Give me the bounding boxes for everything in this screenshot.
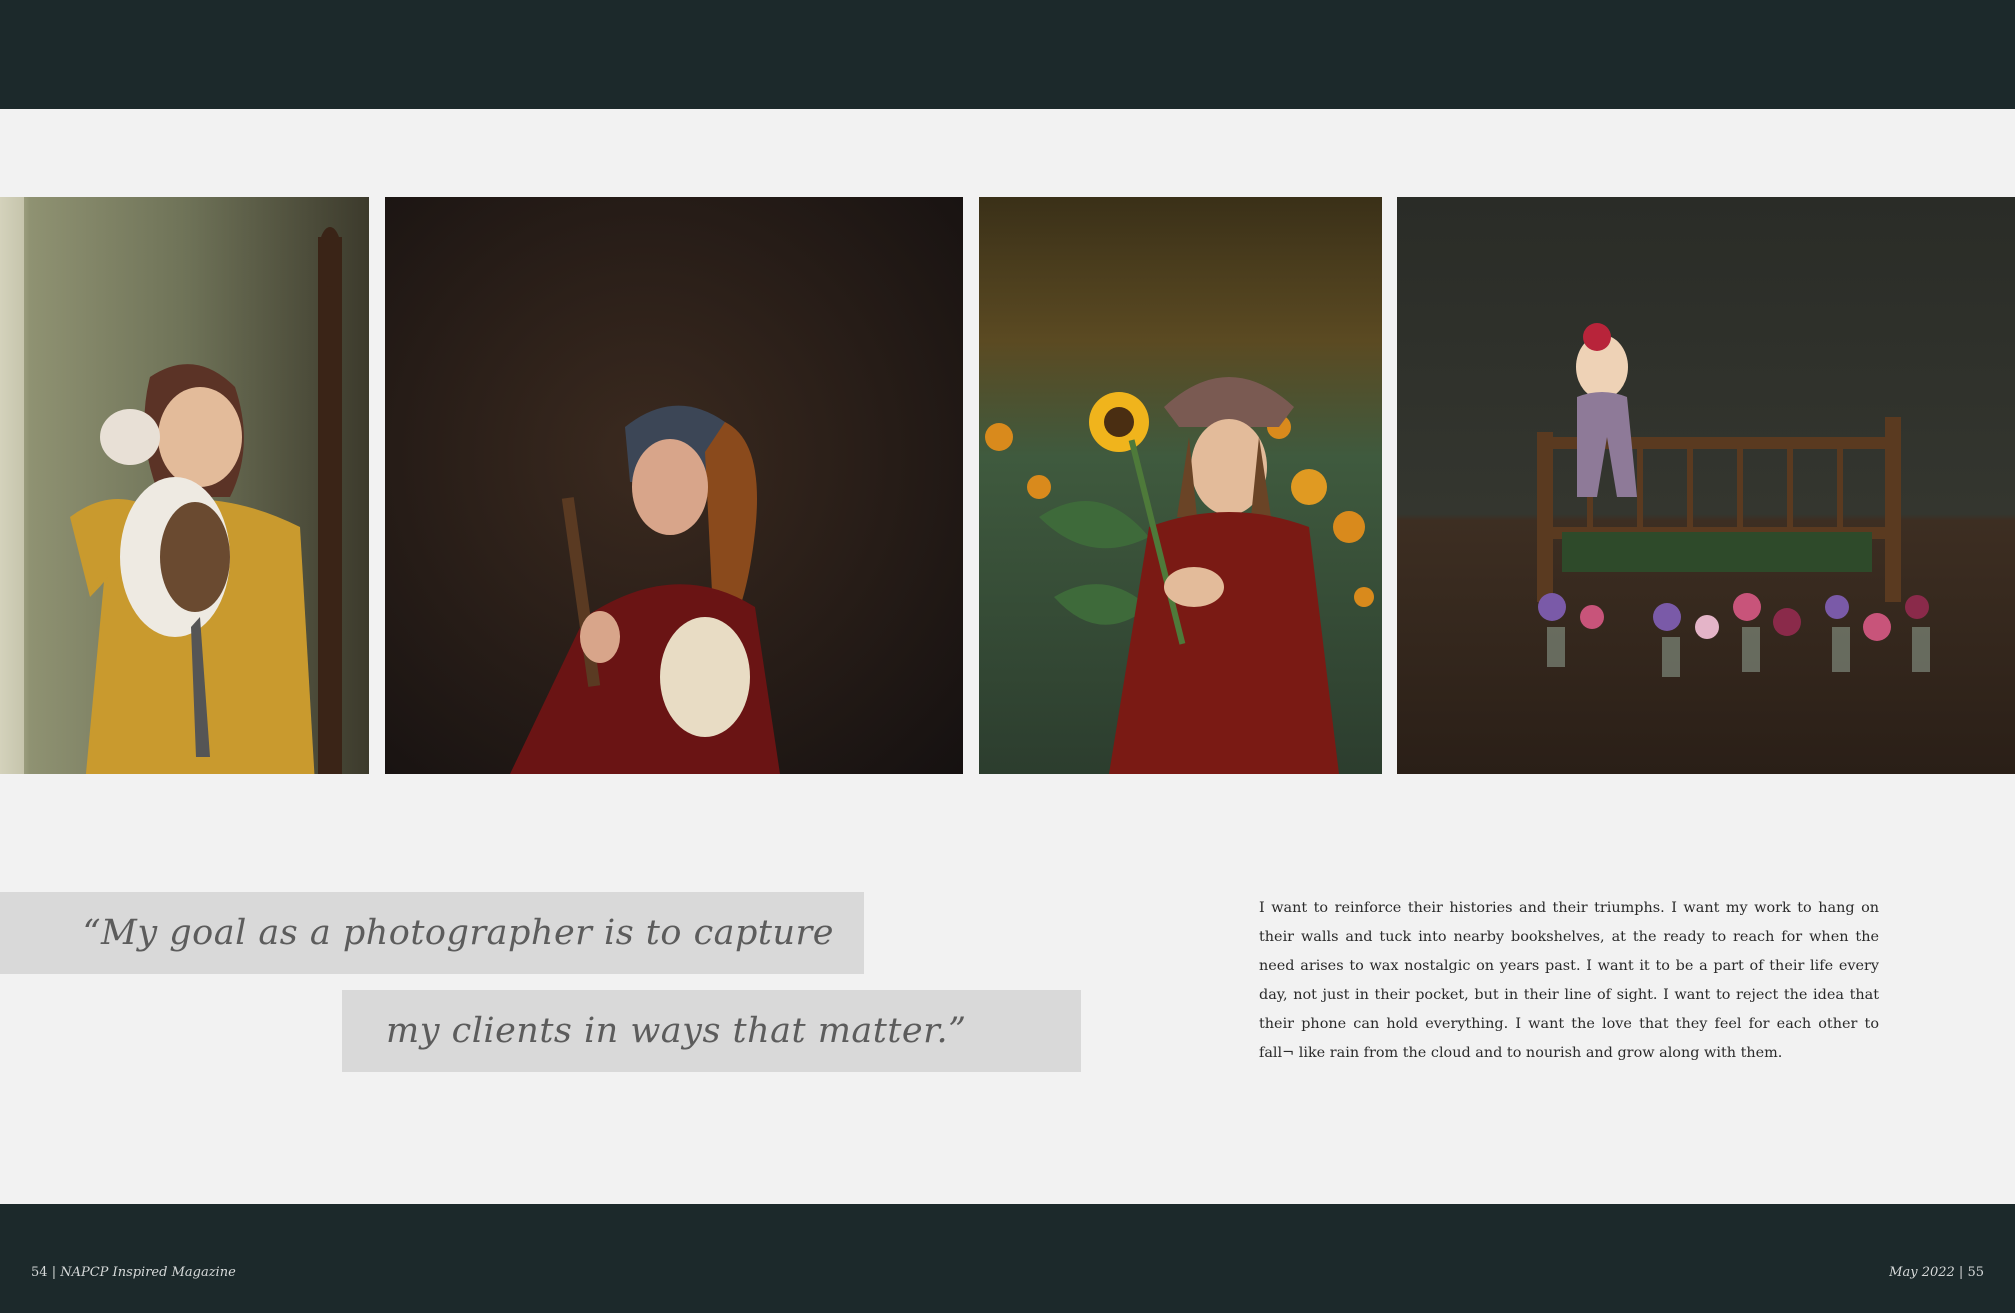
left-separator: |	[51, 1265, 57, 1280]
pull-quote-text-2: my clients in ways that matter.”	[386, 1011, 967, 1051]
photo-girl-with-sunflower	[979, 197, 1382, 774]
right-page-number: 55	[1967, 1265, 1984, 1280]
folio-right: May 2022 | 55	[1889, 1265, 1984, 1280]
pull-quote-line-1: “My goal as a photographer is to capture	[0, 892, 864, 974]
photo-girl-pearl-earring-costume	[385, 197, 963, 774]
magazine-spread: “My goal as a photographer is to capture…	[0, 0, 2015, 1313]
photo-baby-in-crib-with-flowers	[1397, 197, 2015, 774]
body-paragraph: I want to reinforce their histories and …	[1259, 900, 1879, 1061]
left-page-number: 54	[31, 1265, 48, 1280]
issue-date: May 2022	[1889, 1265, 1955, 1280]
pull-quote-text-1: “My goal as a photographer is to capture	[82, 913, 834, 953]
top-band	[0, 0, 2015, 109]
magazine-name: NAPCP Inspired Magazine	[60, 1265, 236, 1280]
photo-girl-holding-cat	[0, 197, 369, 774]
folio-left: 54 | NAPCP Inspired Magazine	[31, 1265, 236, 1280]
pull-quote-line-2: my clients in ways that matter.”	[342, 990, 1081, 1072]
bottom-band	[0, 1204, 2015, 1313]
right-separator: |	[1958, 1265, 1964, 1280]
